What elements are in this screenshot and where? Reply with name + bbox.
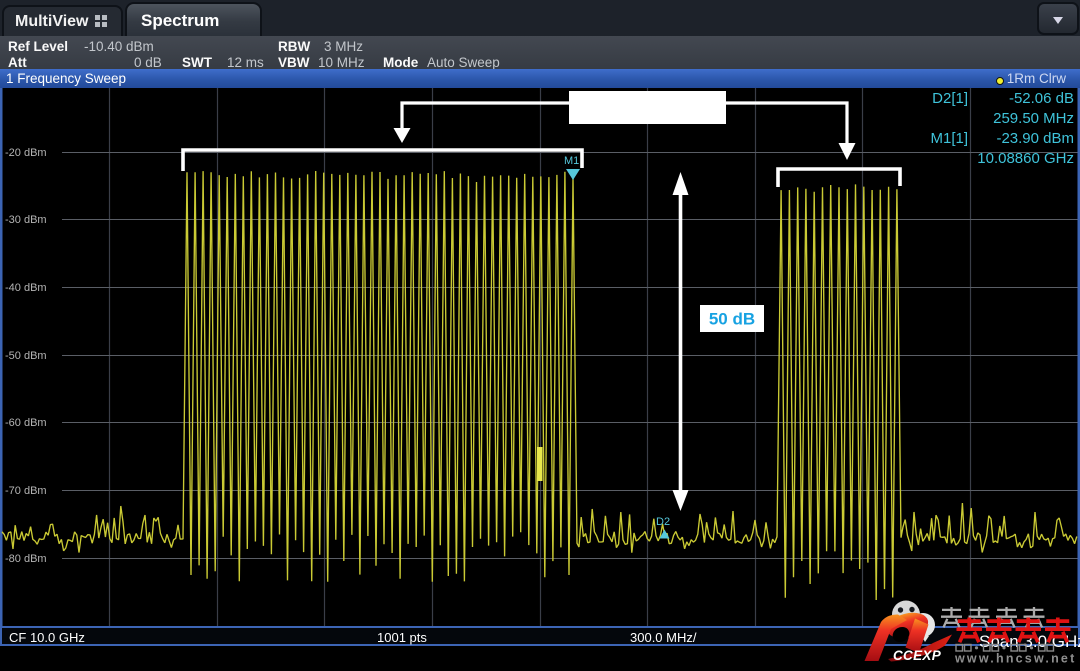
svg-text:D2[1]: D2[1] (932, 90, 968, 107)
svg-text:-70 dBm: -70 dBm (5, 485, 47, 497)
svg-text:M1[1]: M1[1] (930, 130, 968, 147)
svg-text:-30 dBm: -30 dBm (5, 214, 47, 226)
svg-text:-52.06 dB: -52.06 dB (1009, 90, 1074, 107)
svg-text:-23.90 dBm: -23.90 dBm (996, 130, 1074, 147)
svg-text:50 dB: 50 dB (709, 310, 755, 329)
svg-text:-50 dBm: -50 dBm (5, 350, 47, 362)
svg-text:CCEXP: CCEXP (893, 648, 942, 663)
svg-text:-80 dBm: -80 dBm (5, 553, 47, 565)
svg-text:10.08860 GHz: 10.08860 GHz (977, 150, 1074, 167)
svg-text:-60 dBm: -60 dBm (5, 417, 47, 429)
svg-text:-40 dBm: -40 dBm (5, 282, 47, 294)
svg-text:D2: D2 (656, 516, 670, 528)
svg-text:M1: M1 (564, 155, 579, 167)
svg-text:www.hncsw.net: www.hncsw.net (954, 652, 1076, 666)
svg-text:-20 dBm: -20 dBm (5, 147, 47, 159)
svg-text:259.50 MHz: 259.50 MHz (993, 110, 1074, 127)
